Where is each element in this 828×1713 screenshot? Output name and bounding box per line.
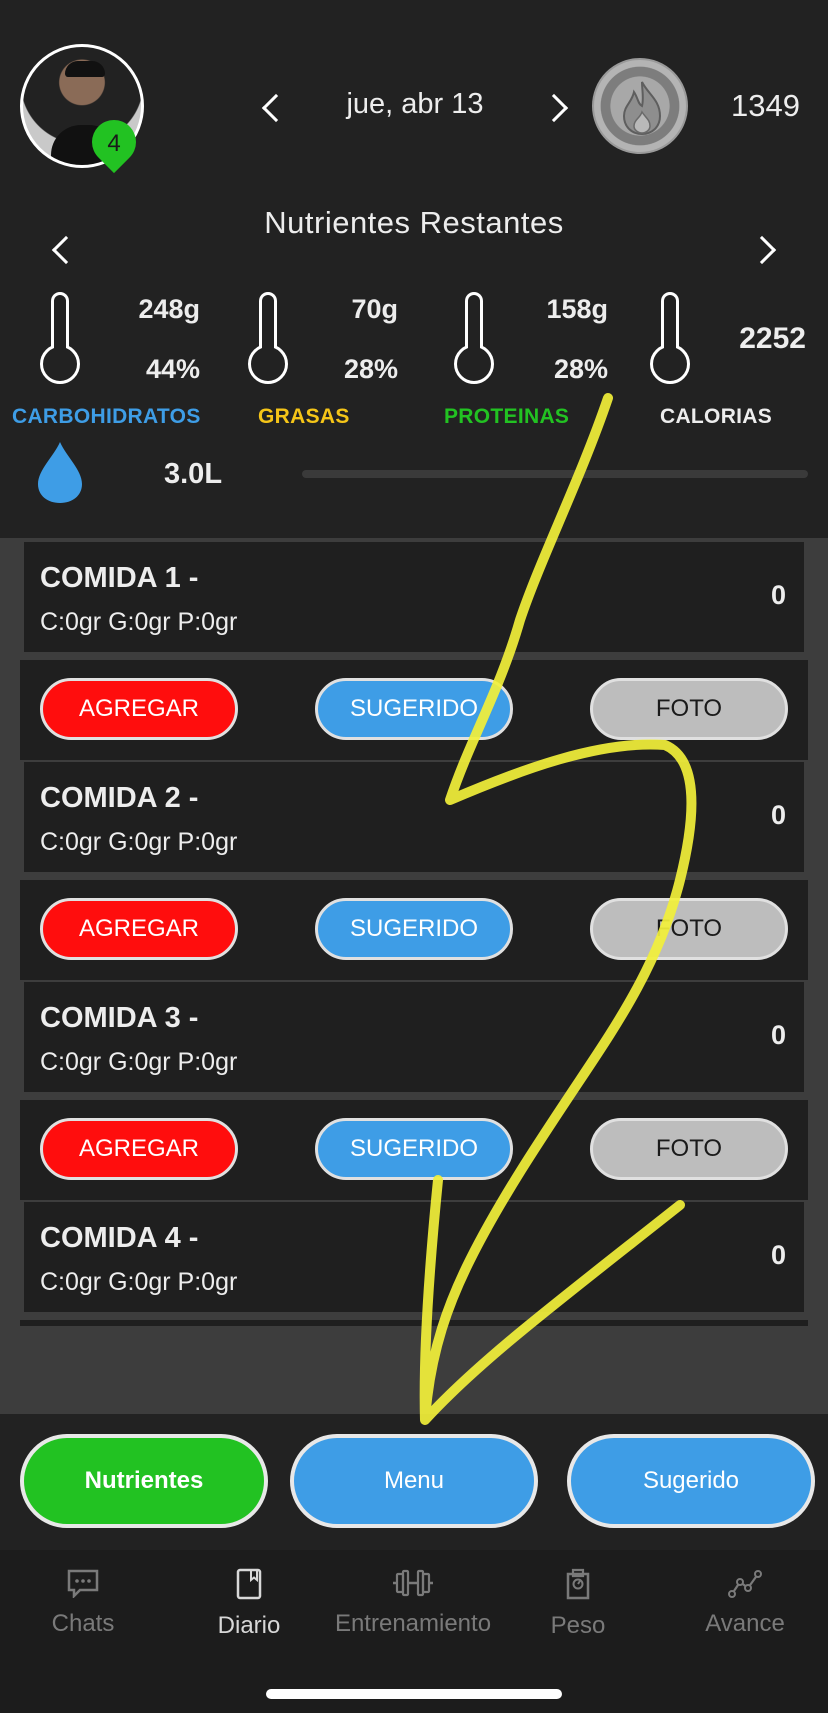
meal-title: COMIDA 4 - (40, 1222, 199, 1254)
flame-coin-icon[interactable] (592, 58, 688, 154)
calories-label: CALORIAS (660, 405, 773, 428)
add-button[interactable]: AGREGAR (40, 898, 238, 960)
progress-chart-icon (728, 1570, 762, 1598)
nutrients-button[interactable]: Nutrientes (20, 1434, 268, 1528)
suggested-button[interactable]: SUGERIDO (315, 1118, 513, 1180)
next-date-chevron-icon[interactable] (539, 93, 569, 123)
tab-label: Chats (51, 1610, 115, 1637)
meal-actions-partial (20, 1320, 808, 1326)
meal-title: COMIDA 1 - (40, 562, 199, 594)
meal-card[interactable]: COMIDA 4 - C:0gr G:0gr P:0gr 0 (24, 1202, 804, 1312)
chat-icon (67, 1569, 99, 1598)
meal-actions: AGREGAR SUGERIDO FOTO (20, 880, 808, 980)
carbs-label: CARBOHIDRATOS (12, 405, 201, 428)
proteins-label: PROTEINAS (444, 405, 570, 428)
meal-macros: C:0gr G:0gr P:0gr (40, 1268, 238, 1296)
notebook-icon (236, 1568, 262, 1600)
header: 4 jue, abr 13 1349 Nutrientes Restantes … (0, 0, 828, 540)
carbs-percent: 44% (145, 354, 200, 384)
avatar-cap (65, 61, 105, 77)
suggested-button[interactable]: SUGERIDO (315, 678, 513, 740)
proteins-thermometer-icon (452, 292, 496, 388)
fats-percent: 28% (343, 354, 398, 384)
calories-value: 2252 (739, 322, 806, 355)
fats-grams: 70g (351, 294, 398, 324)
meals-list[interactable]: COMIDA 1 - C:0gr G:0gr P:0gr 0 AGREGAR S… (0, 538, 828, 1414)
water-progress-bar (302, 470, 808, 478)
suggested-menu-button[interactable]: Sugerido (567, 1434, 815, 1528)
tab-avance[interactable]: Avance (662, 1568, 828, 1664)
meal-card[interactable]: COMIDA 2 - C:0gr G:0gr P:0gr 0 (24, 762, 804, 872)
meal-card[interactable]: COMIDA 1 - C:0gr G:0gr P:0gr 0 (24, 542, 804, 652)
tab-peso[interactable]: Peso (495, 1568, 661, 1664)
tab-label: Entrenamiento (334, 1610, 492, 1637)
proteins-percent: 28% (553, 354, 608, 384)
meal-total: 0 (770, 1020, 786, 1050)
meal-total: 0 (770, 800, 786, 830)
meal-total: 0 (770, 1240, 786, 1270)
tab-label: Diario (217, 1612, 281, 1639)
water-value: 3.0L (164, 458, 223, 490)
tab-label: Peso (550, 1612, 606, 1639)
dumbbell-icon (393, 1569, 433, 1597)
fats-label: GRASAS (258, 405, 350, 428)
add-button[interactable]: AGREGAR (40, 678, 238, 740)
proteins-grams: 158g (546, 294, 608, 324)
menu-button[interactable]: Menu (290, 1434, 538, 1528)
prev-date-chevron-icon[interactable] (261, 93, 291, 123)
tab-entrenamiento[interactable]: Entrenamiento (330, 1568, 496, 1664)
bottom-button-bar: Nutrientes Menu Sugerido (0, 1414, 828, 1550)
calories-thermometer-icon (648, 292, 692, 388)
photo-button[interactable]: FOTO (590, 678, 788, 740)
meal-macros: C:0gr G:0gr P:0gr (40, 828, 238, 856)
tab-chats[interactable]: Chats (0, 1568, 166, 1664)
photo-button[interactable]: FOTO (590, 1118, 788, 1180)
level-badge-number: 4 (107, 130, 121, 157)
meal-actions: AGREGAR SUGERIDO FOTO (20, 660, 808, 760)
photo-button[interactable]: FOTO (590, 898, 788, 960)
flame-icon (622, 81, 662, 136)
meal-macros: C:0gr G:0gr P:0gr (40, 608, 238, 636)
meal-total: 0 (770, 580, 786, 610)
tab-label: Avance (705, 1610, 785, 1637)
calories-count: 1349 (731, 88, 800, 123)
section-title: Nutrientes Restantes (264, 205, 564, 240)
suggested-button[interactable]: SUGERIDO (315, 898, 513, 960)
meal-title: COMIDA 3 - (40, 1002, 199, 1034)
tab-bar: Chats Diario Entrenamiento Peso Avance (0, 1550, 828, 1713)
meal-card[interactable]: COMIDA 3 - C:0gr G:0gr P:0gr 0 (24, 982, 804, 1092)
carbs-grams: 248g (138, 294, 200, 324)
meal-actions: AGREGAR SUGERIDO FOTO (20, 1100, 808, 1200)
meal-macros: C:0gr G:0gr P:0gr (40, 1048, 238, 1076)
date-label: jue, abr 13 (346, 88, 484, 120)
water-drop-icon (38, 442, 82, 503)
scale-icon (566, 1568, 590, 1600)
add-button[interactable]: AGREGAR (40, 1118, 238, 1180)
home-indicator[interactable] (266, 1689, 562, 1699)
carbs-thermometer-icon (38, 292, 82, 388)
meal-title: COMIDA 2 - (40, 782, 199, 814)
fats-thermometer-icon (246, 292, 290, 388)
tab-diario[interactable]: Diario (166, 1568, 332, 1664)
